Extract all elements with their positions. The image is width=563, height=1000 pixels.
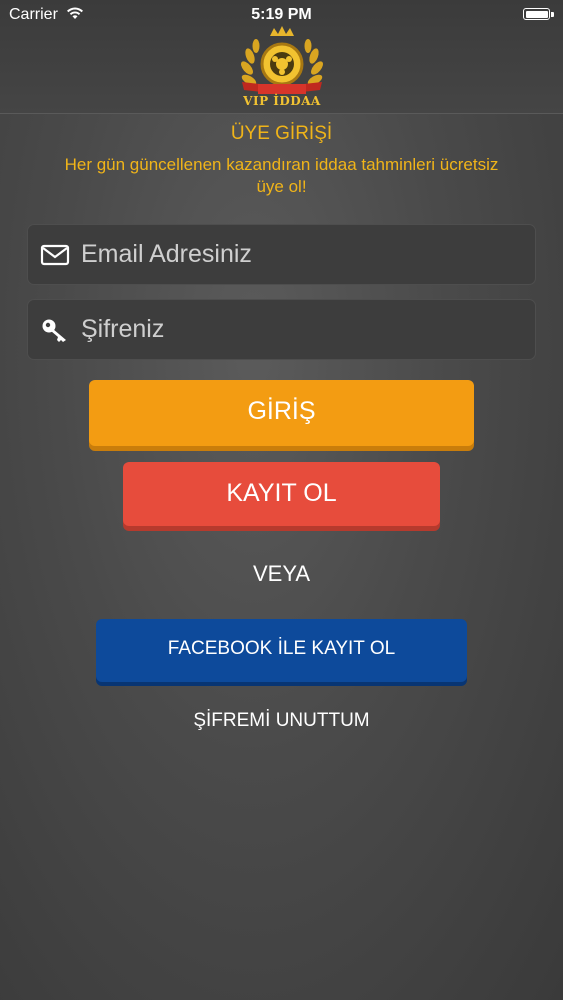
- login-button[interactable]: GİRİŞ: [89, 380, 474, 446]
- email-field[interactable]: Email Adresiniz: [27, 224, 536, 285]
- app-header: Carrier 5:19 PM VIP İDDAA: [0, 0, 563, 114]
- key-icon: [42, 319, 66, 342]
- forgot-password-link[interactable]: ŞİFREMİ UNUTTUM: [0, 710, 563, 732]
- envelope-icon: [40, 244, 70, 266]
- logo-text: VIP İDDAA: [243, 94, 321, 108]
- clock: 5:19 PM: [251, 6, 312, 23]
- register-button[interactable]: KAYIT OL: [123, 462, 440, 526]
- facebook-register-button[interactable]: FACEBOOK İLE KAYIT OL: [96, 619, 467, 682]
- password-placeholder: Şifreniz: [81, 315, 165, 343]
- password-field[interactable]: Şifreniz: [27, 299, 536, 360]
- page-subtitle: Her gün güncellenen kazandıran iddaa tah…: [64, 155, 499, 196]
- or-divider-label: VEYA: [252, 561, 311, 586]
- battery-icon: [523, 8, 554, 20]
- page-title: ÜYE GİRİŞİ: [230, 123, 333, 144]
- email-placeholder: Email Adresiniz: [81, 240, 252, 268]
